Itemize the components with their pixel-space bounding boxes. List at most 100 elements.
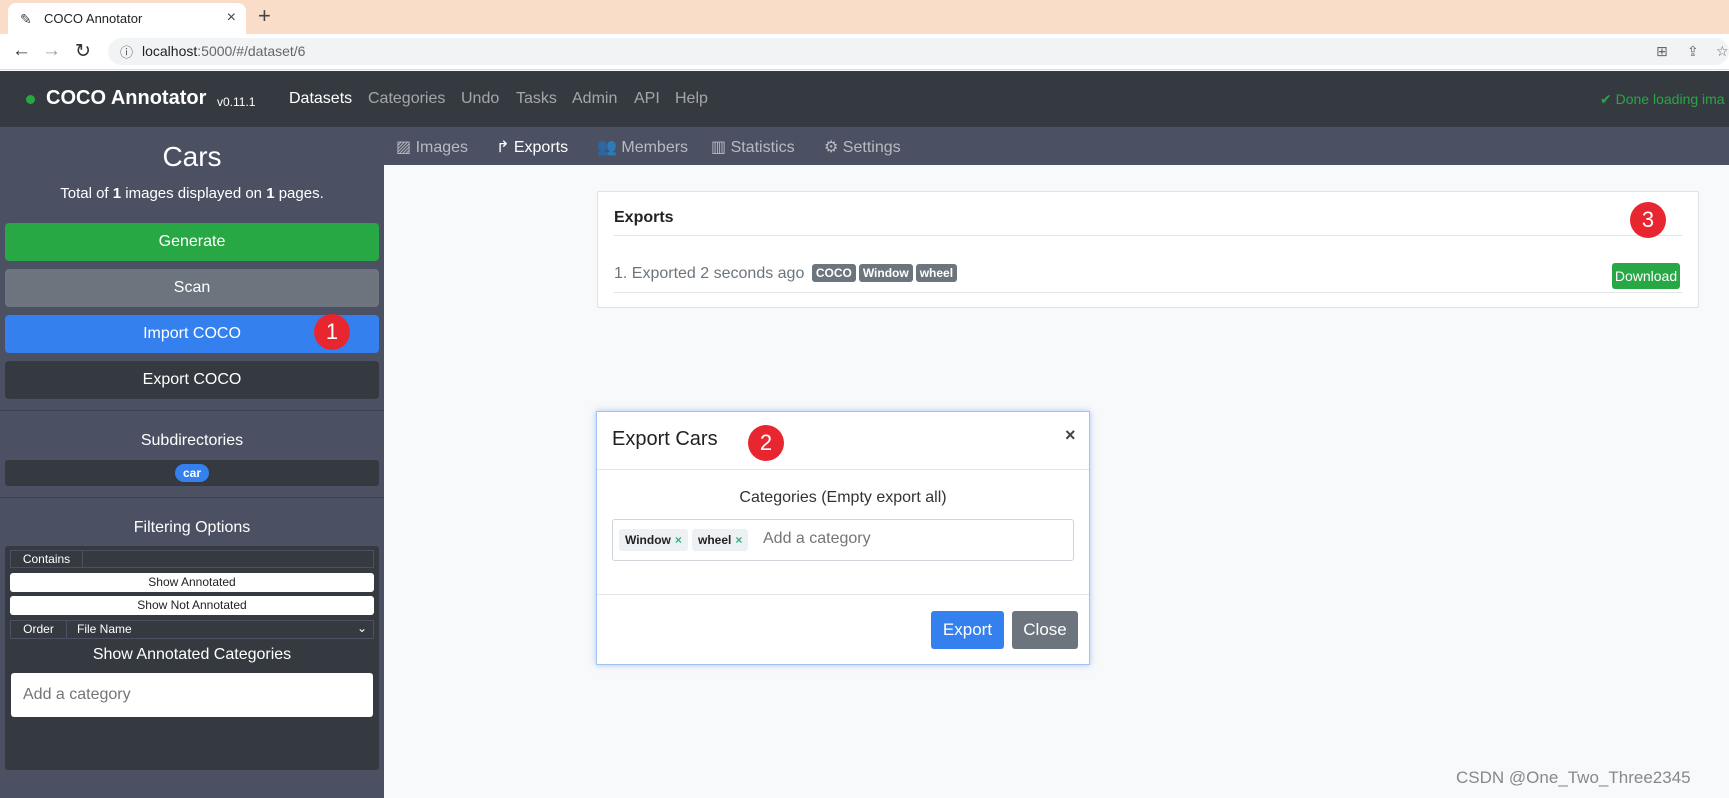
export-badge: Window [858, 264, 913, 282]
export-entry-text: 1. Exported 2 seconds ago [614, 265, 805, 282]
tab-settings[interactable]: ⚙ Settings [824, 137, 901, 157]
tab-exports-label: Exports [513, 139, 569, 156]
tab-members-label: Members [621, 139, 689, 156]
order-label: Order [11, 621, 67, 638]
card-divider [614, 292, 1682, 293]
export-badge: wheel [915, 264, 958, 282]
tag-label: wheel [698, 533, 732, 547]
check-icon: ✔ [1600, 91, 1616, 107]
contains-label: Contains [11, 551, 83, 567]
annotation-marker: 2 [748, 425, 784, 461]
bookmark-star-icon[interactable]: ☆ [1716, 43, 1729, 60]
sidebar-divider [0, 497, 384, 498]
modal-divider [597, 469, 1089, 470]
nav-api[interactable]: API [634, 90, 660, 108]
filtering-panel: Contains Show Annotated Show Not Annotat… [5, 546, 379, 770]
modal-title: Export Cars [612, 428, 718, 450]
exports-card: Exports 1. Exported 2 seconds ago COCO Wi… [597, 191, 1699, 308]
dataset-title: Cars [162, 141, 222, 172]
close-icon[interactable]: × [1065, 425, 1076, 446]
url-host: localhost [142, 43, 198, 59]
annotation-marker: 3 [1630, 202, 1666, 238]
loading-status: ✔ Done loading ima [1600, 91, 1725, 108]
remove-tag-icon[interactable]: × [675, 533, 682, 547]
annotated-categories-title: Show Annotated Categories [92, 646, 292, 663]
total-pages: 1 [266, 185, 275, 202]
tab-images-label: Images [415, 139, 469, 156]
bar-chart-icon: ▥ [711, 139, 731, 156]
annotation-marker: 1 [314, 314, 350, 350]
gear-icon: ⚙ [824, 139, 843, 156]
tag-label: Window [625, 533, 671, 547]
modal-divider [597, 594, 1089, 595]
total-prefix: Total of [60, 185, 113, 202]
subdirectories-list: car [5, 460, 379, 486]
forward-arrow-icon[interactable]: → [42, 40, 61, 62]
app-navbar: COCO Annotator v0.11.1 Datasets Categori… [0, 71, 1729, 127]
status-dot-icon [26, 95, 35, 104]
url-field[interactable]: ⓘ localhost:5000/#/dataset/6 ⊞ ⇪ ☆ [108, 38, 1729, 65]
show-annotated-button[interactable]: Show Annotated [10, 573, 374, 592]
browser-tab[interactable]: ✎ COCO Annotator × [8, 3, 246, 34]
nav-datasets[interactable]: Datasets [289, 90, 352, 108]
loading-status-text: Done loading ima [1615, 91, 1725, 107]
order-value: File Name [77, 622, 132, 636]
brand-title[interactable]: COCO Annotator [46, 87, 206, 110]
watermark: CSDN @One_Two_Three2345 [1456, 768, 1691, 787]
category-tag-wheel: wheel × [692, 529, 749, 551]
tab-images[interactable]: ▨ Images [396, 137, 468, 157]
nav-undo[interactable]: Undo [461, 90, 499, 108]
category-filter-input[interactable] [21, 675, 361, 715]
export-modal: Export Cars × Categories (Empty export a… [596, 411, 1090, 665]
nav-tasks[interactable]: Tasks [516, 90, 557, 108]
category-tag-input[interactable]: Window × wheel × [612, 519, 1074, 561]
add-category-input[interactable] [761, 529, 1011, 549]
nav-help[interactable]: Help [675, 90, 708, 108]
info-icon: ⓘ [120, 45, 134, 60]
subdirectories-title: Subdirectories [140, 432, 244, 449]
total-images: 1 [112, 185, 122, 202]
reload-icon[interactable]: ↻ [75, 40, 91, 63]
category-tag-window: Window × [619, 529, 688, 551]
export-coco-button[interactable]: Export COCO [5, 361, 379, 399]
url-text: localhost:5000/#/dataset/6 [142, 43, 305, 59]
order-select[interactable]: Order File Name ⌄ [10, 620, 374, 639]
tab-close-icon[interactable]: × [227, 9, 236, 27]
generate-button[interactable]: Generate [5, 223, 379, 261]
new-tab-icon[interactable]: + [258, 3, 271, 29]
url-path: :5000/#/dataset/6 [197, 43, 306, 59]
translate-icon[interactable]: ⊞ [1656, 43, 1668, 60]
exports-title: Exports [614, 209, 674, 226]
tab-statistics[interactable]: ▥ Statistics [711, 137, 795, 157]
sidebar-divider [0, 410, 384, 411]
nav-admin[interactable]: Admin [572, 90, 617, 108]
share-arrow-icon: ↱ [496, 139, 514, 156]
tab-exports[interactable]: ↱ Exports [496, 137, 568, 157]
share-icon[interactable]: ⇪ [1687, 43, 1699, 60]
scan-button[interactable]: Scan [5, 269, 379, 307]
version-label: v0.11.1 [217, 95, 256, 109]
download-button[interactable]: Download [1612, 263, 1680, 289]
categories-label: Categories (Empty export all) [739, 489, 947, 506]
browser-address-bar: ← → ↻ ⓘ localhost:5000/#/dataset/6 ⊞ ⇪ ☆ [0, 34, 1729, 70]
browser-tab-title: COCO Annotator [44, 11, 143, 26]
tab-settings-label: Settings [842, 139, 901, 156]
back-arrow-icon[interactable]: ← [12, 40, 31, 62]
export-entry: 1. Exported 2 seconds ago COCO Window whee… [614, 264, 958, 283]
total-middle: images displayed on [121, 185, 267, 202]
remove-tag-icon[interactable]: × [735, 533, 742, 547]
close-button[interactable]: Close [1012, 611, 1078, 649]
chevron-down-icon: ⌄ [356, 621, 367, 635]
export-button[interactable]: Export [931, 611, 1004, 649]
show-not-annotated-button[interactable]: Show Not Annotated [10, 596, 374, 615]
subdirectory-pill[interactable]: car [175, 464, 209, 482]
browser-tab-bar: ✎ COCO Annotator × + [0, 0, 1729, 34]
users-icon: 👥 [597, 139, 622, 156]
category-filter-field[interactable] [11, 673, 373, 717]
nav-categories[interactable]: Categories [368, 90, 445, 108]
export-badge: COCO [811, 264, 856, 282]
contains-filter[interactable]: Contains [10, 550, 374, 568]
tab-members[interactable]: 👥 Members [597, 137, 688, 157]
tab-statistics-label: Statistics [730, 139, 795, 156]
image-icon: ▨ [396, 139, 416, 156]
